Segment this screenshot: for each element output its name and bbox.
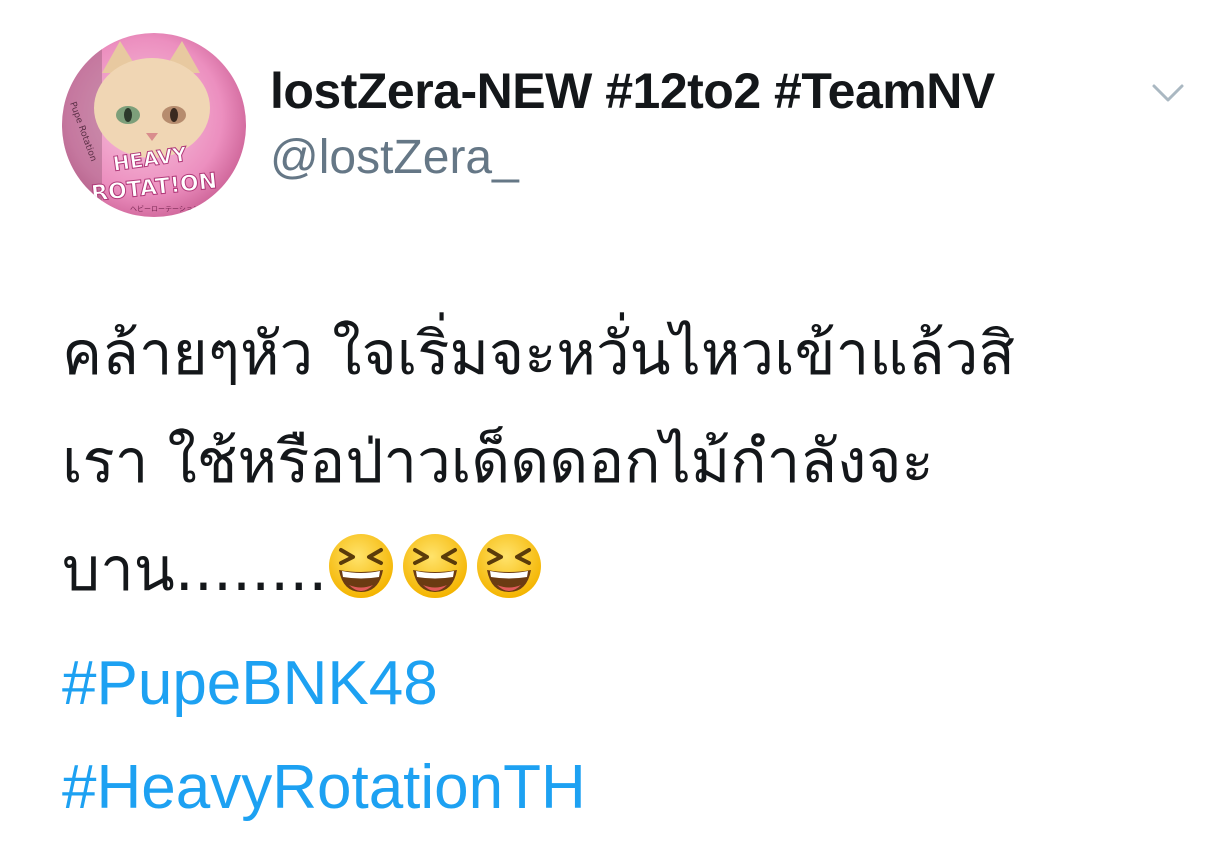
hashtag-link-heavyrotationth[interactable]: #HeavyRotationTH xyxy=(62,752,586,823)
user-avatar[interactable]: Pupe Rotation HEAVY ROTAT!ON ヘビーローテーション xyxy=(62,33,246,217)
tweet-text-line-3: บาน........ xyxy=(62,516,1182,624)
author-handle[interactable]: @lostZera_ xyxy=(270,130,519,185)
chevron-down-icon xyxy=(1152,84,1184,102)
tweet-card: Pupe Rotation HEAVY ROTAT!ON ヘビーローテーション … xyxy=(0,0,1229,860)
emoji-row xyxy=(327,534,549,605)
hashtag-link-pupebnk48[interactable]: #PupeBNK48 xyxy=(62,648,438,719)
grinning-squinting-face-emoji xyxy=(403,534,468,598)
more-options-button[interactable] xyxy=(1146,78,1190,108)
tweet-text-line: บาน........ xyxy=(62,535,328,605)
tweet-text-line: เรา ใช้หรือป่าวเด็ดดอกไม้กำลังจะ xyxy=(62,427,934,497)
tweet-text: คล้ายๆหัว ใจเริ่มจะหวั่นไหวเข้าแล้วสิ เร… xyxy=(62,300,1182,624)
avatar-small-text: ヘビーローテーション xyxy=(130,204,200,213)
tweet-text-line: คล้ายๆหัว ใจเริ่มจะหวั่นไหวเข้าแล้วสิ xyxy=(62,319,1016,389)
avatar-image: Pupe Rotation HEAVY ROTAT!ON ヘビーローテーション xyxy=(62,33,246,217)
grinning-squinting-face-emoji xyxy=(329,534,394,598)
grinning-squinting-face-emoji xyxy=(477,534,542,598)
author-display-name[interactable]: lostZera-NEW #12to2 #TeamNV xyxy=(270,62,995,120)
